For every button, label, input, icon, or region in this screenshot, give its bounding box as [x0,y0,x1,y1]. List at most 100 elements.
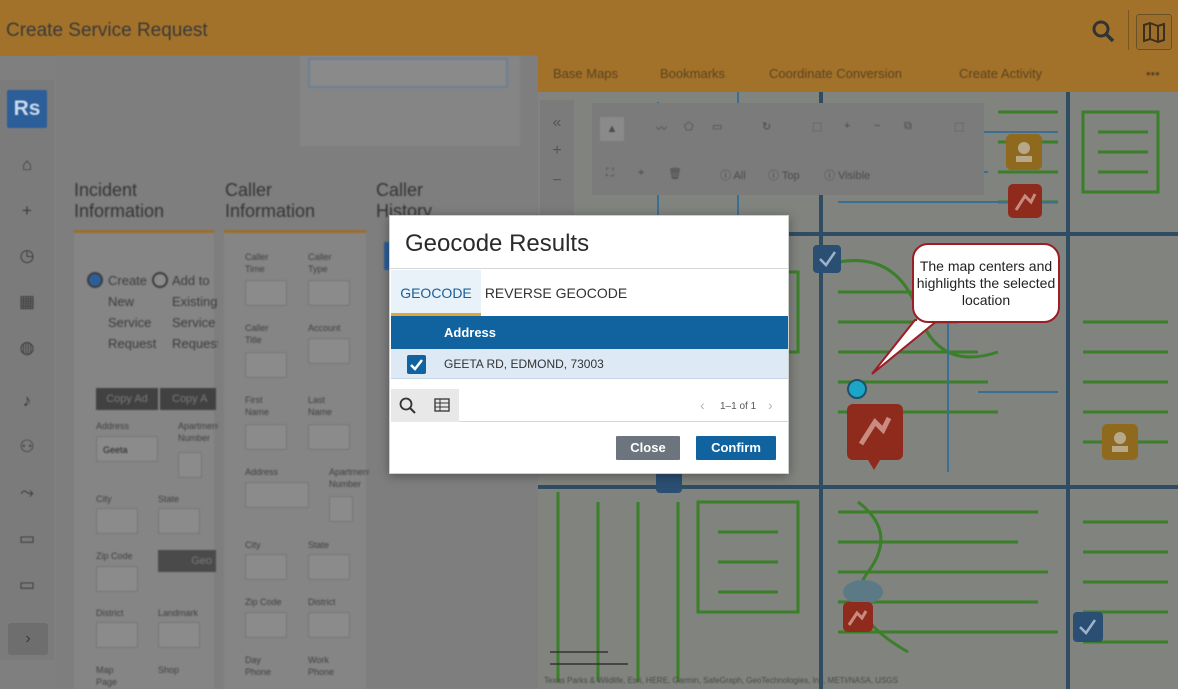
select-icon[interactable]: ▲ [600,117,624,141]
rectangle-icon[interactable]: ▭ [712,120,722,133]
account-input[interactable] [308,338,350,364]
address-input[interactable]: Geeta [96,436,158,462]
shop-label: Shop [158,665,180,675]
video-icon[interactable]: ▭ [14,526,40,552]
caller-address-input[interactable] [245,482,309,508]
polyline-icon[interactable]: 〰 [656,120,667,136]
caller-title-select[interactable] [245,352,287,378]
landmark-select[interactable] [158,622,200,648]
bell-icon[interactable]: ♪ [14,388,40,414]
minus-icon[interactable]: − [874,120,880,132]
state-label: State [158,494,180,504]
caller-city-input[interactable] [245,554,287,580]
caller-zip-input[interactable] [245,612,287,638]
next-page-icon[interactable]: › [768,397,773,413]
grid-icon[interactable]: ▦ [14,289,40,315]
filter-visible[interactable]: ⓘ Visible [824,167,870,183]
filter-all[interactable]: ⓘ All [720,167,746,183]
tab-reverse-geocode[interactable]: REVERSE GEOCODE [481,270,631,316]
map-zoom-controls[interactable]: « + − [540,100,574,220]
section-caller: Caller Information [225,180,316,221]
first-name-input[interactable] [245,424,287,450]
apartment-label: Apartment Number [178,421,218,443]
polygon-icon[interactable]: ⬠ [684,120,694,133]
caller-type-select[interactable] [308,280,350,306]
first-name-label: First Name [245,395,270,417]
base-maps-tab[interactable]: Base Maps [553,66,618,81]
zoom-in-icon[interactable]: + [540,132,574,160]
radio-create-label: Create New Service Request [108,273,157,351]
map-icon[interactable] [1136,14,1172,50]
copy-address-button-2[interactable]: Copy A [160,388,216,410]
incident-marker-main[interactable] [847,404,903,470]
caller-apartment-input[interactable] [329,496,353,522]
more-icon[interactable]: ••• [1146,66,1160,81]
expand-sidebar-button[interactable]: › [8,623,48,655]
globe-icon[interactable]: ◍ [14,335,40,361]
org-chart-icon[interactable]: ⚇ [14,434,40,460]
pager-text: 1–1 of 1 [720,401,757,412]
coordinate-conversion-tab[interactable]: Coordinate Conversion [769,66,902,81]
address-column-header[interactable]: Address [444,325,496,340]
task-marker-1[interactable] [813,245,841,273]
clear-selection-icon[interactable]: ⬚ [954,120,964,133]
home-icon[interactable]: ⌂ [14,152,40,178]
incident-marker-bottom[interactable] [843,602,873,632]
zoom-out-icon[interactable]: − [540,160,574,190]
caller-state-input[interactable] [308,554,350,580]
bookmarks-tab[interactable]: Bookmarks [660,66,725,81]
layers-icon[interactable]: ⧉ [904,120,912,133]
last-name-input[interactable] [308,424,350,450]
filter-top-label: Top [781,170,800,182]
table-row[interactable]: GEETA RD, EDMOND, 73003 [391,349,788,379]
row-checkbox[interactable] [407,355,426,374]
district-select[interactable] [96,622,138,648]
radio-add-label: Add to Existing Service Request [172,273,218,351]
refresh-icon[interactable]: ↻ [762,120,771,133]
zip-input[interactable] [96,566,138,592]
caller-district-select[interactable] [308,612,350,638]
select-box-icon[interactable]: ⬚ [812,120,822,133]
state-input[interactable] [158,508,200,534]
results-table-header: Address [391,316,788,349]
filter-top[interactable]: ⓘ Top [768,167,800,183]
map-toolbar: Base Maps Bookmarks Coordinate Conversio… [538,56,1178,92]
city-input[interactable] [96,508,138,534]
radio-add[interactable] [152,272,168,288]
section-caller-history: Caller History [376,180,433,220]
copy-address-button[interactable]: Copy Ad [96,388,158,410]
trash-icon[interactable]: 🗑 [668,167,682,180]
caller-time-input[interactable] [245,280,287,306]
task-marker-3[interactable] [1073,612,1103,642]
top-card-input[interactable] [308,58,508,88]
close-button[interactable]: Close [616,436,680,460]
apartment-input[interactable] [178,452,202,478]
locate-icon[interactable]: ⌖ [638,167,644,180]
unit-marker-1[interactable] [1006,134,1042,170]
search-icon[interactable] [1088,16,1118,46]
create-activity-tab[interactable]: Create Activity [959,66,1042,81]
table-footer: ‹ 1–1 of 1 › [391,389,788,422]
caller-time-label: Caller Time [245,252,269,274]
city-label: City [96,494,112,504]
table-view-icon[interactable] [425,389,459,422]
fullscreen-icon[interactable]: ⛶ [606,167,614,180]
search-icon[interactable] [391,389,425,422]
landmark-label: Landmark [158,608,199,618]
unit-marker-2[interactable] [1102,424,1138,460]
confirm-button[interactable]: Confirm [696,436,776,460]
route-icon[interactable]: ⤳ [14,480,40,506]
annotation-callout: The map centers and highlights the selec… [912,243,1060,323]
app-logo: Rs [7,90,47,128]
top-card [300,56,520,146]
radio-create[interactable] [87,272,103,288]
add-icon[interactable]: + [14,198,40,224]
tab-geocode[interactable]: GEOCODE [391,270,481,316]
geocode-button[interactable]: Geo [158,550,216,572]
prev-page-icon[interactable]: ‹ [700,397,705,413]
plus-icon[interactable]: + [844,120,850,132]
collapse-icon[interactable]: « [540,100,574,132]
incident-marker-top[interactable] [1008,184,1042,218]
camera-icon[interactable]: ▭ [14,572,40,598]
history-icon[interactable]: ◷ [14,243,40,269]
